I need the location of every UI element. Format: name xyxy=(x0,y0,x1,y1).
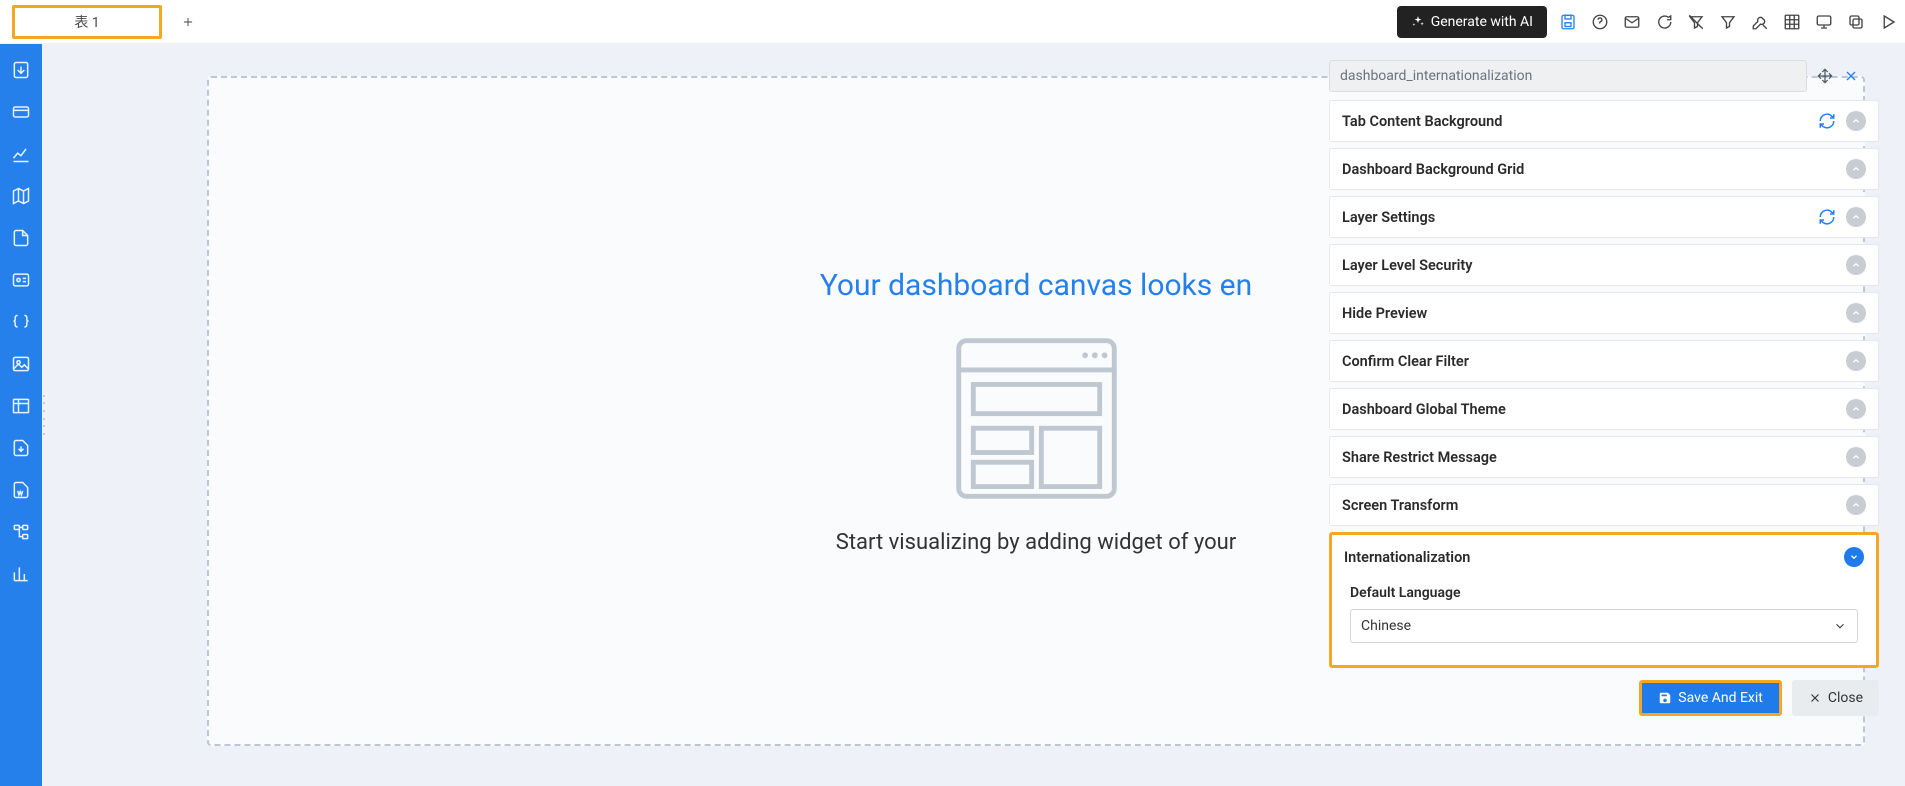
section-row[interactable]: Share Restrict Message xyxy=(1329,436,1879,478)
chevron-down-icon[interactable] xyxy=(1844,547,1864,567)
tools-icon[interactable] xyxy=(1751,13,1769,31)
grid-icon[interactable] xyxy=(1783,13,1801,31)
sheet-tab-label: 表 1 xyxy=(74,12,99,32)
mail-icon[interactable] xyxy=(1623,13,1641,31)
canvas-empty-title: Your dashboard canvas looks en xyxy=(820,268,1252,303)
map-icon[interactable] xyxy=(11,186,31,206)
chevron-up-icon[interactable] xyxy=(1846,399,1866,419)
table-icon[interactable] xyxy=(11,396,31,416)
section-title: Share Restrict Message xyxy=(1342,449,1836,466)
chevron-up-icon[interactable] xyxy=(1846,207,1866,227)
card-icon[interactable] xyxy=(11,102,31,122)
section-title: Dashboard Global Theme xyxy=(1342,401,1836,418)
section-title: Hide Preview xyxy=(1342,305,1836,322)
chevron-up-icon[interactable] xyxy=(1846,351,1866,371)
settings-panel: dashboard_internationalization Tab Conte… xyxy=(1329,60,1901,716)
left-sidebar xyxy=(0,44,42,786)
contact-icon[interactable] xyxy=(11,270,31,290)
default-language-value: Chinese xyxy=(1361,618,1411,634)
chevron-down-icon xyxy=(1833,619,1847,633)
section-row[interactable]: Tab Content Background xyxy=(1329,100,1879,142)
section-row[interactable]: Screen Transform xyxy=(1329,484,1879,526)
document-icon[interactable] xyxy=(11,228,31,248)
section-title: Screen Transform xyxy=(1342,497,1836,514)
topbar: 表 1 Generate with AI xyxy=(0,0,1905,44)
toolbar-icons xyxy=(1559,13,1897,31)
section-row[interactable]: Layer Settings xyxy=(1329,196,1879,238)
refresh-icon[interactable] xyxy=(1818,208,1836,226)
copy-icon[interactable] xyxy=(1847,13,1865,31)
section-row[interactable]: Confirm Clear Filter xyxy=(1329,340,1879,382)
default-language-group: Default Language Chinese xyxy=(1344,585,1864,643)
section-title: Tab Content Background xyxy=(1342,113,1810,130)
save-icon[interactable] xyxy=(1559,13,1577,31)
section-internationalization[interactable]: Internationalization Default Language Ch… xyxy=(1329,532,1879,668)
filter-off-icon[interactable] xyxy=(1687,13,1705,31)
generate-ai-button[interactable]: Generate with AI xyxy=(1397,6,1547,38)
filter-icon[interactable] xyxy=(1719,13,1737,31)
panel-footer: Save And Exit Close xyxy=(1329,680,1901,716)
image-icon[interactable] xyxy=(11,354,31,374)
section-row[interactable]: Layer Level Security xyxy=(1329,244,1879,286)
monitor-icon[interactable] xyxy=(1815,13,1833,31)
save-button-label: Save And Exit xyxy=(1678,690,1763,706)
chevron-up-icon[interactable] xyxy=(1846,303,1866,323)
close-button[interactable]: Close xyxy=(1792,680,1879,716)
section-row[interactable]: Dashboard Global Theme xyxy=(1329,388,1879,430)
section-title-intl: Internationalization xyxy=(1344,549,1834,566)
topbar-right: Generate with AI xyxy=(1397,6,1897,38)
chat-icon[interactable] xyxy=(1655,13,1673,31)
dashboard-name-value: dashboard_internationalization xyxy=(1340,68,1532,84)
bar-chart-icon[interactable] xyxy=(11,564,31,584)
import-icon[interactable] xyxy=(11,60,31,80)
section-row[interactable]: Dashboard Background Grid xyxy=(1329,148,1879,190)
close-icon xyxy=(1808,691,1822,705)
chevron-up-icon[interactable] xyxy=(1846,111,1866,131)
word-icon[interactable] xyxy=(11,480,31,500)
refresh-icon[interactable] xyxy=(1818,112,1836,130)
close-button-label: Close xyxy=(1828,690,1863,706)
panel-header: dashboard_internationalization xyxy=(1329,60,1901,100)
dashboard-name-input[interactable]: dashboard_internationalization xyxy=(1329,60,1807,92)
braces-icon[interactable] xyxy=(11,312,31,332)
section-title: Confirm Clear Filter xyxy=(1342,353,1836,370)
line-chart-icon[interactable] xyxy=(11,144,31,164)
section-title: Layer Settings xyxy=(1342,209,1810,226)
close-panel-icon[interactable] xyxy=(1843,68,1859,84)
chevron-up-icon[interactable] xyxy=(1846,495,1866,515)
default-language-label: Default Language xyxy=(1350,585,1858,601)
resize-handle[interactable] xyxy=(42,390,48,440)
play-icon[interactable] xyxy=(1879,13,1897,31)
move-icon[interactable] xyxy=(1817,68,1833,84)
section-row[interactable]: Hide Preview xyxy=(1329,292,1879,334)
add-tab-button[interactable] xyxy=(176,10,200,34)
section-title: Dashboard Background Grid xyxy=(1342,161,1836,178)
sheet-tab[interactable]: 表 1 xyxy=(12,5,162,39)
ai-button-label: Generate with AI xyxy=(1431,14,1533,30)
help-icon[interactable] xyxy=(1591,13,1609,31)
chevron-up-icon[interactable] xyxy=(1846,447,1866,467)
empty-dashboard-illustration xyxy=(949,331,1124,506)
tabs-container: 表 1 xyxy=(8,5,200,39)
chevron-up-icon[interactable] xyxy=(1846,255,1866,275)
default-language-select[interactable]: Chinese xyxy=(1350,609,1858,643)
save-icon xyxy=(1658,691,1672,705)
file-export-icon[interactable] xyxy=(11,438,31,458)
sections-list: Tab Content Background Dashboard Backgrou… xyxy=(1329,100,1901,526)
section-title: Layer Level Security xyxy=(1342,257,1836,274)
save-exit-button[interactable]: Save And Exit xyxy=(1639,680,1782,716)
canvas-empty-subtitle: Start visualizing by adding widget of yo… xyxy=(836,530,1236,555)
chevron-up-icon[interactable] xyxy=(1846,159,1866,179)
tree-icon[interactable] xyxy=(11,522,31,542)
